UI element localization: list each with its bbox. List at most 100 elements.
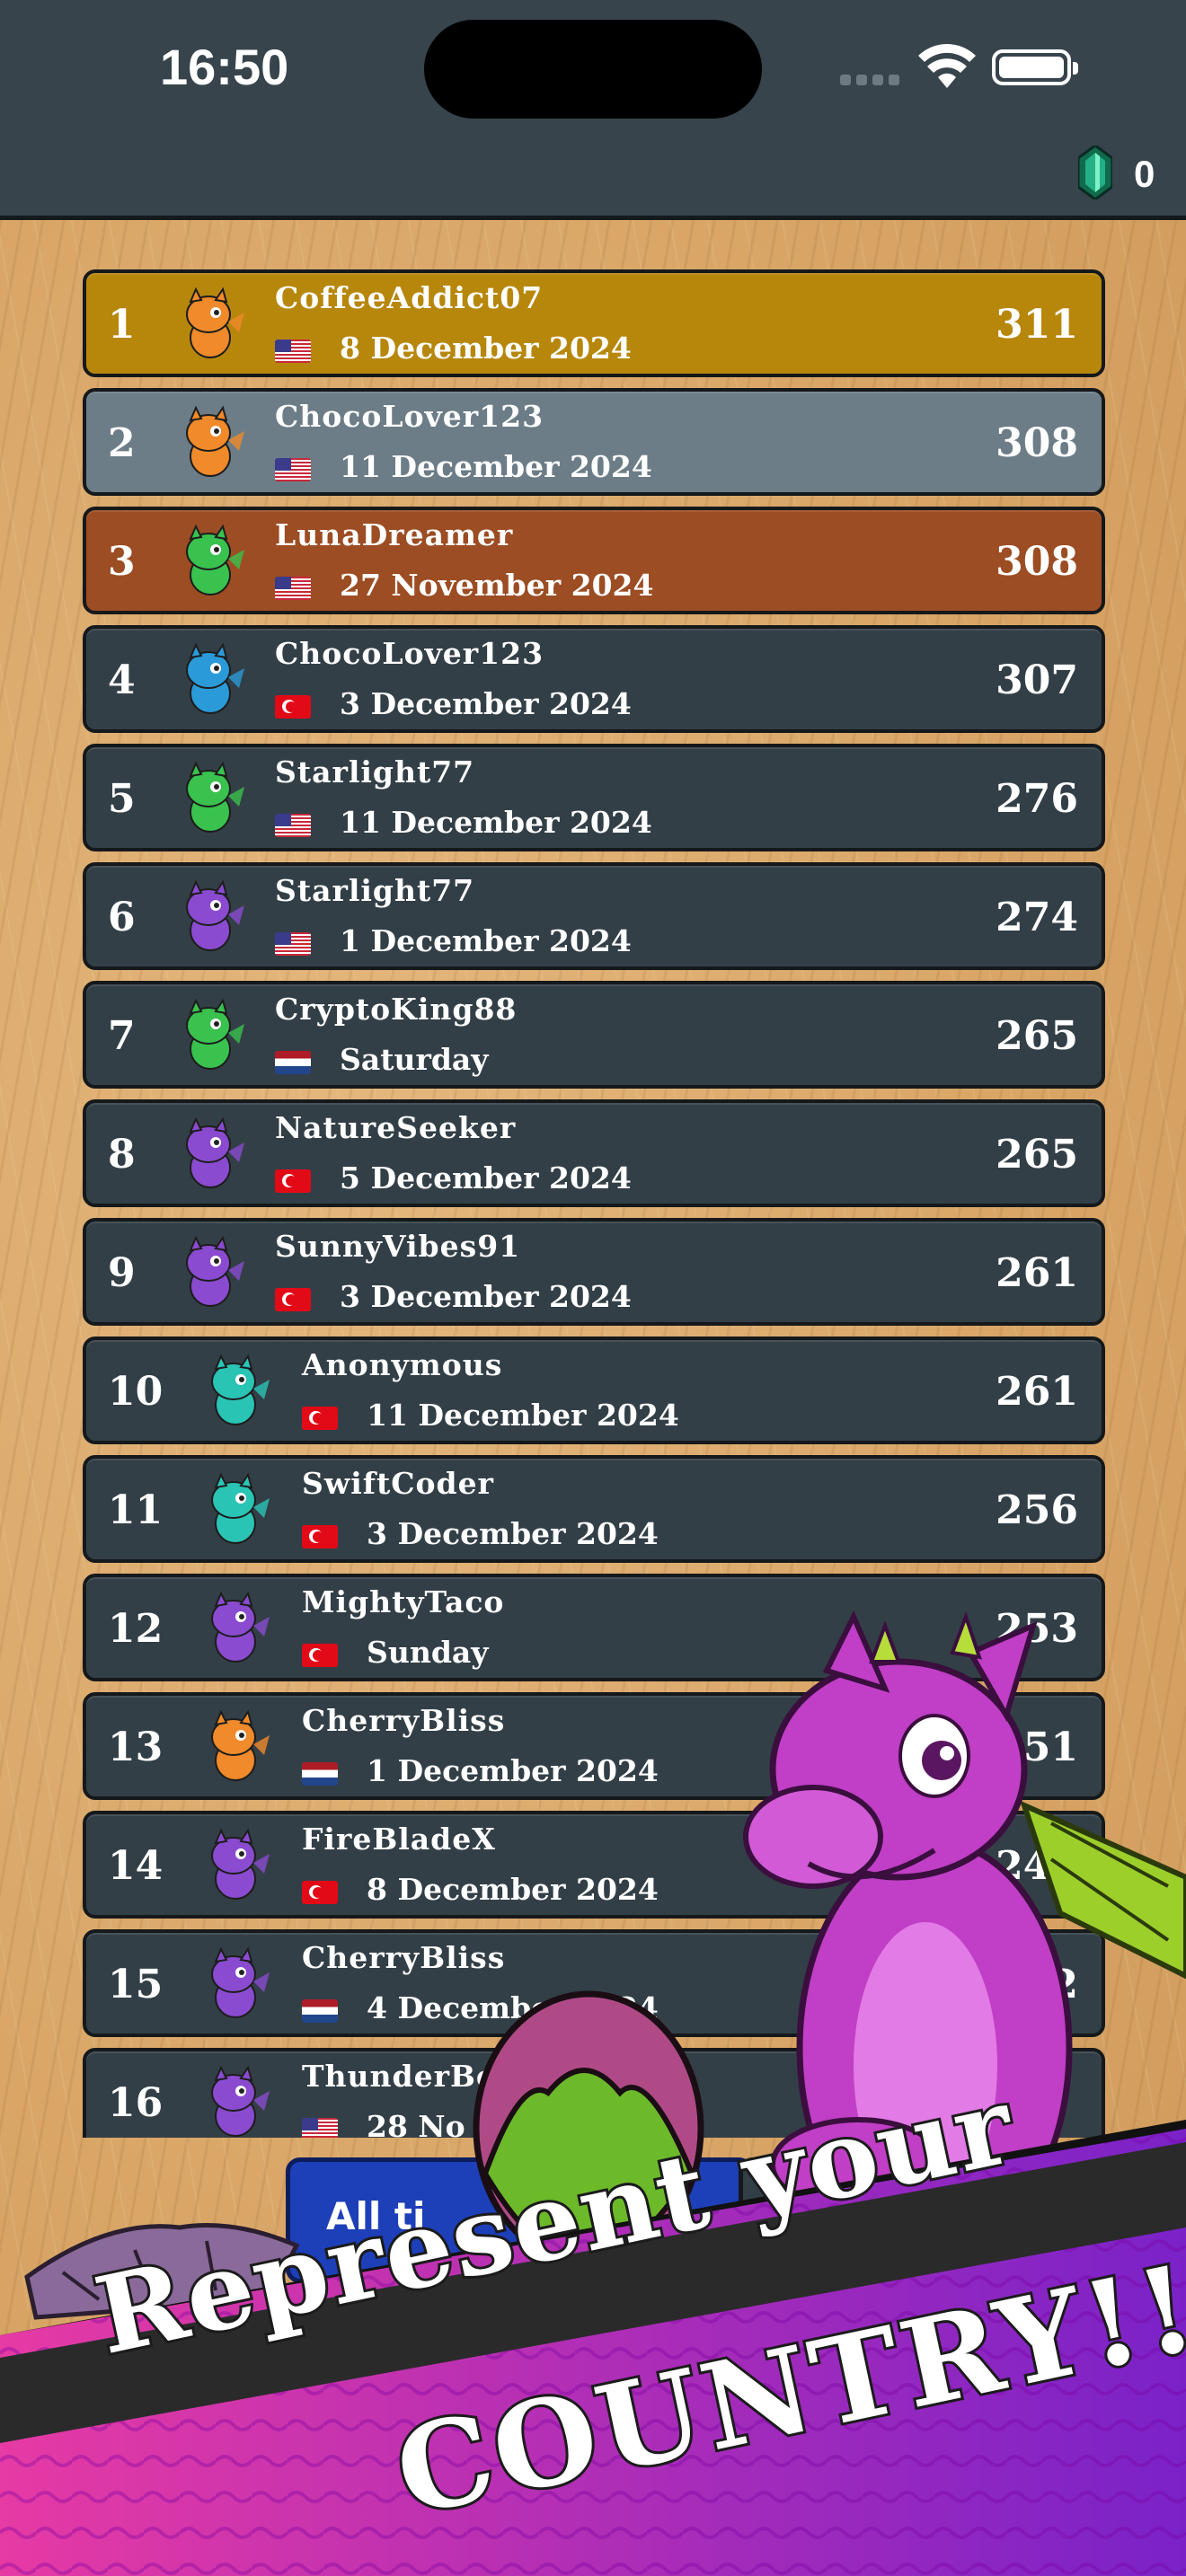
rank-number: 2 [108,420,136,466]
score-value: 261 [996,1250,1078,1296]
rank-number: 14 [108,1843,164,1889]
player-name: Anonymous [302,1347,503,1382]
player-name: NatureSeeker [275,1110,517,1145]
dragon-avatar-icon [186,642,244,714]
battery-icon [992,49,1078,85]
country-flag-icon [275,1169,311,1193]
dragon-avatar-icon [211,1709,270,1781]
country-flag-icon [275,1051,311,1074]
player-name: CherryBliss [302,1940,506,1975]
leaderboard-list[interactable]: 1 CoffeeAddict07 8 December 2024 311 2 ChocoL… [83,269,1105,2138]
dragon-avatar-icon [211,1591,270,1663]
status-time: 16:50 [160,39,289,95]
leaderboard-row[interactable]: 2 ChocoLover123 11 December 2024 308 [83,388,1105,496]
leaderboard-row[interactable]: 11 SwiftCoder 3 December 2024 256 [83,1455,1105,1563]
score-value: 256 [996,1487,1078,1533]
dragon-avatar-icon [211,1946,270,2018]
cellular-signal-icon [840,72,905,89]
score-value: 265 [996,1013,1078,1059]
rank-number: 1 [108,302,136,348]
dragon-avatar-icon [211,2065,270,2137]
player-name: CherryBliss [302,1703,506,1738]
rank-number: 5 [108,776,136,822]
leaderboard-row[interactable]: 5 Starlight77 11 December 2024 276 [83,744,1105,851]
country-flag-icon [302,1525,338,1548]
score-date: 11 December 2024 [340,449,652,484]
dragon-avatar-icon [211,1472,270,1544]
country-flag-icon [275,814,311,837]
dragon-avatar-icon [186,1116,244,1188]
score-value: 261 [996,1369,1078,1415]
rank-number: 9 [108,1250,136,1296]
top-bar: 16:50 0 [0,0,1186,220]
score-value: 265 [996,1132,1078,1178]
emerald-gem-icon[interactable] [1078,146,1112,199]
score-date: 1 December 2024 [340,923,632,958]
country-flag-icon [302,1644,338,1667]
score-date: 11 December 2024 [367,1398,679,1433]
dragon-avatar-icon [211,1354,270,1425]
player-name: MightyTaco [302,1584,505,1619]
dynamic-island [424,20,762,119]
player-name: SwiftCoder [302,1466,494,1501]
rank-number: 12 [108,1606,164,1652]
score-date: 4 December 2024 [367,1990,659,2025]
dragon-avatar-icon [211,1828,270,1900]
score-value: 308 [996,420,1078,466]
player-name: CoffeeAddict07 [275,280,544,315]
score-value: 243 [996,1843,1078,1889]
leaderboard-row[interactable]: 6 Starlight77 1 December 2024 274 [83,862,1105,970]
leaderboard-row[interactable]: 14 FireBladeX 8 December 2024 243 [83,1811,1105,1919]
leaderboard-row[interactable]: 1 CoffeeAddict07 8 December 2024 311 [83,269,1105,377]
score-date: Sunday [367,1635,489,1670]
country-flag-icon [275,458,311,481]
country-flag-icon [275,695,311,719]
country-flag-icon [275,932,311,956]
country-flag-icon [302,2118,338,2138]
country-flag-icon [275,340,311,363]
rank-number: 6 [108,895,136,940]
score-date: 1 December 2024 [367,1753,659,1788]
score-value: 307 [996,657,1078,703]
player-name: FireBladeX [302,1822,496,1857]
player-name: CryptoKing88 [275,992,518,1027]
player-name: Starlight77 [275,873,475,908]
leaderboard-row[interactable]: 15 CherryBliss 4 December 2024 242 [83,1929,1105,2037]
leaderboard-row[interactable]: 3 LunaDreamer 27 November 2024 308 [83,507,1105,614]
rank-number: 11 [108,1487,164,1533]
leaderboard-row[interactable]: 4 ChocoLover123 3 December 2024 307 [83,625,1105,733]
dragon-avatar-icon [186,524,244,595]
rank-number: 16 [108,2080,164,2126]
rank-number: 10 [108,1369,164,1415]
player-name: SunnyVibes91 [275,1229,521,1264]
player-name: LunaDreamer [275,517,514,552]
score-date: 8 December 2024 [367,1872,659,1907]
gem-count: 0 [1134,153,1155,195]
score-date: Saturday [340,1042,489,1077]
score-value: 251 [996,1725,1078,1770]
dragon-avatar-icon [186,405,244,477]
rank-number: 13 [108,1725,164,1770]
leaderboard-row[interactable]: 10 Anonymous 11 December 2024 261 [83,1337,1105,1444]
rank-number: 7 [108,1013,136,1059]
score-date: 8 December 2024 [340,331,632,366]
player-name: ThunderBe [302,2059,496,2094]
leaderboard-row[interactable]: 13 CherryBliss 1 December 2024 251 [83,1692,1105,1800]
leaderboard-row[interactable]: 12 MightyTaco Sunday 253 [83,1574,1105,1681]
score-date: 3 December 2024 [340,1279,632,1314]
leaderboard-row[interactable]: 8 NatureSeeker 5 December 2024 265 [83,1099,1105,1207]
leaderboard-row[interactable]: 9 SunnyVibes91 3 December 2024 261 [83,1218,1105,1326]
score-date: 28 No [367,2109,465,2138]
score-date: 27 November 2024 [340,568,654,603]
dragon-avatar-icon [186,1235,244,1307]
score-value: 276 [996,776,1078,822]
score-value: 308 [996,539,1078,585]
country-flag-icon [275,577,311,600]
score-value: 311 [996,302,1078,348]
score-value: 242 [996,1962,1078,2007]
score-date: 3 December 2024 [340,686,632,721]
country-flag-icon [302,1881,338,1904]
leaderboard-row[interactable]: 7 CryptoKing88 Saturday 265 [83,981,1105,1089]
wifi-icon [918,44,976,88]
rank-number: 15 [108,1962,164,2007]
